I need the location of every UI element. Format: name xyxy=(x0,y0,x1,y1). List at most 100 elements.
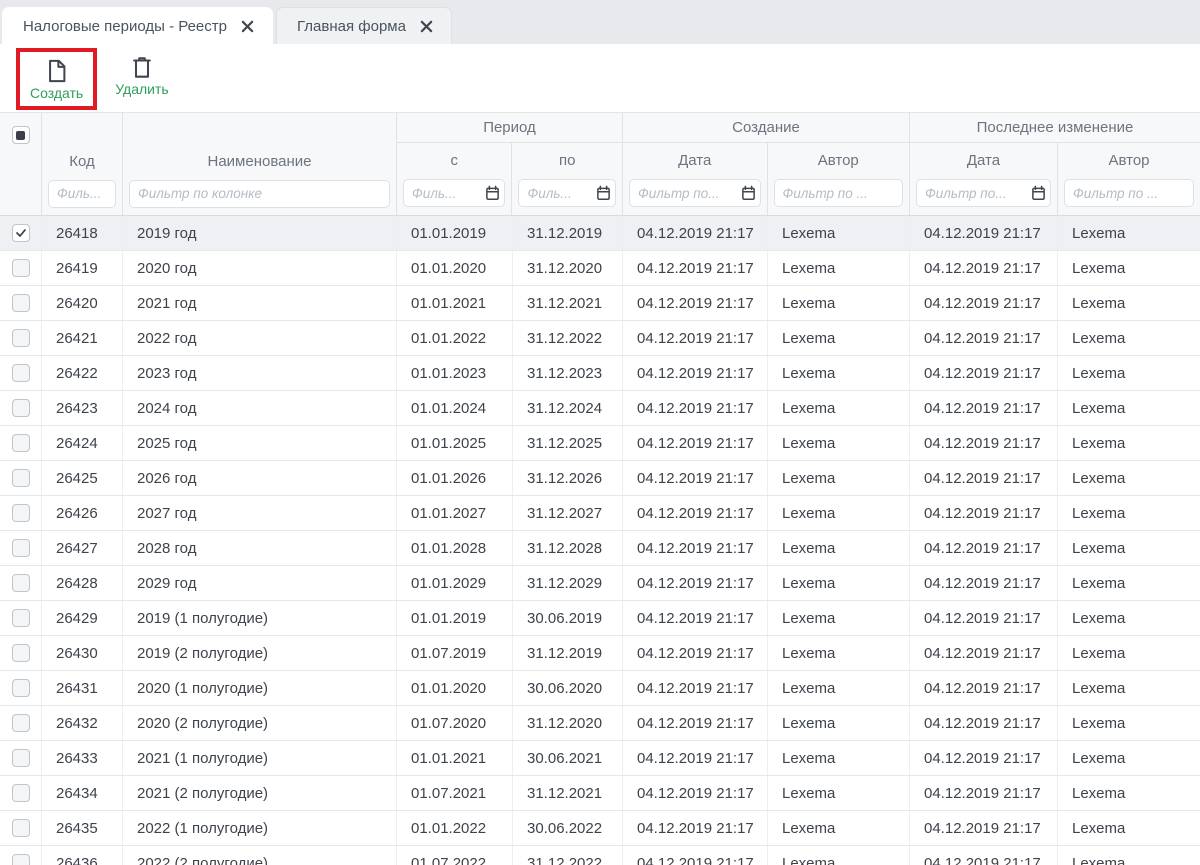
row-checkbox[interactable] xyxy=(12,399,30,417)
table-row[interactable]: 26423 2024 год 01.01.2024 31.12.2024 04.… xyxy=(0,391,1200,426)
cell-name: 2025 год xyxy=(123,426,397,460)
filter-name-input[interactable] xyxy=(129,180,390,208)
calendar-icon[interactable] xyxy=(1031,186,1046,201)
cell-code: 26435 xyxy=(42,811,123,845)
row-checkbox[interactable] xyxy=(12,679,30,697)
table-row[interactable]: 26427 2028 год 01.01.2028 31.12.2028 04.… xyxy=(0,531,1200,566)
cell-name: 2021 год xyxy=(123,286,397,320)
table-row[interactable]: 26419 2020 год 01.01.2020 31.12.2020 04.… xyxy=(0,251,1200,286)
calendar-icon[interactable] xyxy=(596,186,611,201)
column-header-from: с xyxy=(397,143,511,177)
cell-period-from: 01.01.2020 xyxy=(397,251,513,285)
cell-created-date: 04.12.2019 21:17 xyxy=(623,391,768,425)
row-checkbox[interactable] xyxy=(12,434,30,452)
cell-period-from: 01.01.2028 xyxy=(397,531,513,565)
column-modified-author: Автор xyxy=(1058,143,1200,215)
row-checkbox-cell xyxy=(0,531,42,565)
row-checkbox-cell xyxy=(0,776,42,810)
table-row[interactable]: 26436 2022 (2 полугодие) 01.07.2022 31.1… xyxy=(0,846,1200,865)
row-checkbox[interactable] xyxy=(12,504,30,522)
cell-created-author: Lexema xyxy=(768,706,910,740)
table-row[interactable]: 26421 2022 год 01.01.2022 31.12.2022 04.… xyxy=(0,321,1200,356)
row-checkbox[interactable] xyxy=(12,749,30,767)
table-row[interactable]: 26429 2019 (1 полугодие) 01.01.2019 30.0… xyxy=(0,601,1200,636)
cell-modified-date: 04.12.2019 21:17 xyxy=(910,811,1058,845)
row-checkbox[interactable] xyxy=(12,329,30,347)
row-checkbox[interactable] xyxy=(12,784,30,802)
row-checkbox-cell xyxy=(0,356,42,390)
filter-code-input[interactable] xyxy=(48,180,116,208)
cell-code: 26424 xyxy=(42,426,123,460)
filter-modified-author-input[interactable] xyxy=(1064,179,1194,207)
column-header-modified-date: Дата xyxy=(910,143,1057,177)
table-body: 26418 2019 год 01.01.2019 31.12.2019 04.… xyxy=(0,216,1200,865)
row-checkbox[interactable] xyxy=(12,819,30,837)
row-checkbox[interactable] xyxy=(12,259,30,277)
cell-period-to: 31.12.2021 xyxy=(513,286,623,320)
cell-code: 26429 xyxy=(42,601,123,635)
row-checkbox[interactable] xyxy=(12,294,30,312)
cell-period-to: 30.06.2019 xyxy=(513,601,623,635)
cell-code: 26426 xyxy=(42,496,123,530)
table-row[interactable]: 26430 2019 (2 полугодие) 01.07.2019 31.1… xyxy=(0,636,1200,671)
row-checkbox[interactable] xyxy=(12,609,30,627)
row-checkbox[interactable] xyxy=(12,364,30,382)
calendar-icon[interactable] xyxy=(741,186,756,201)
cell-code: 26422 xyxy=(42,356,123,390)
row-checkbox[interactable] xyxy=(12,854,30,865)
select-all-checkbox[interactable] xyxy=(12,126,30,144)
cell-modified-author: Lexema xyxy=(1058,566,1200,600)
cell-period-to: 31.12.2021 xyxy=(513,776,623,810)
tab-main-form[interactable]: Главная форма xyxy=(276,7,452,44)
calendar-icon[interactable] xyxy=(485,186,500,201)
close-icon[interactable] xyxy=(420,20,433,33)
filter-created-author-input[interactable] xyxy=(774,179,904,207)
cell-created-author: Lexema xyxy=(768,496,910,530)
cell-modified-date: 04.12.2019 21:17 xyxy=(910,391,1058,425)
create-button[interactable]: Создать xyxy=(20,52,93,106)
table-row[interactable]: 26431 2020 (1 полугодие) 01.01.2020 30.0… xyxy=(0,671,1200,706)
table-row[interactable]: 26426 2027 год 01.01.2027 31.12.2027 04.… xyxy=(0,496,1200,531)
row-checkbox[interactable] xyxy=(12,539,30,557)
cell-period-to: 30.06.2021 xyxy=(513,741,623,775)
cell-period-to: 31.12.2025 xyxy=(513,426,623,460)
table-row[interactable]: 26434 2021 (2 полугодие) 01.07.2021 31.1… xyxy=(0,776,1200,811)
row-checkbox[interactable] xyxy=(12,469,30,487)
table-row[interactable]: 26428 2029 год 01.01.2029 31.12.2029 04.… xyxy=(0,566,1200,601)
delete-button[interactable]: Удалить xyxy=(105,48,178,102)
column-code: Код xyxy=(42,113,123,215)
table-row[interactable]: 26433 2021 (1 полугодие) 01.01.2021 30.0… xyxy=(0,741,1200,776)
cell-period-from: 01.01.2026 xyxy=(397,461,513,495)
cell-modified-author: Lexema xyxy=(1058,671,1200,705)
cell-period-from: 01.01.2024 xyxy=(397,391,513,425)
row-checkbox[interactable] xyxy=(12,714,30,732)
cell-modified-date: 04.12.2019 21:17 xyxy=(910,496,1058,530)
cell-created-date: 04.12.2019 21:17 xyxy=(623,496,768,530)
table-row[interactable]: 26425 2026 год 01.01.2026 31.12.2026 04.… xyxy=(0,461,1200,496)
row-checkbox-cell xyxy=(0,671,42,705)
table-row[interactable]: 26432 2020 (2 полугодие) 01.07.2020 31.1… xyxy=(0,706,1200,741)
tab-tax-periods[interactable]: Налоговые периоды - Реестр xyxy=(2,7,273,44)
row-checkbox-cell xyxy=(0,636,42,670)
row-checkbox[interactable] xyxy=(12,224,30,242)
cell-period-from: 01.01.2019 xyxy=(397,601,513,635)
table-row[interactable]: 26435 2022 (1 полугодие) 01.01.2022 30.0… xyxy=(0,811,1200,846)
row-checkbox[interactable] xyxy=(12,644,30,662)
table-row[interactable]: 26420 2021 год 01.01.2021 31.12.2021 04.… xyxy=(0,286,1200,321)
row-checkbox-cell xyxy=(0,251,42,285)
cell-period-from: 01.01.2019 xyxy=(397,216,513,250)
column-header-created-author: Автор xyxy=(768,143,910,177)
cell-modified-date: 04.12.2019 21:17 xyxy=(910,216,1058,250)
cell-period-to: 30.06.2022 xyxy=(513,811,623,845)
table-row[interactable]: 26422 2023 год 01.01.2023 31.12.2023 04.… xyxy=(0,356,1200,391)
create-button-label: Создать xyxy=(30,86,83,100)
cell-created-author: Lexema xyxy=(768,426,910,460)
cell-period-from: 01.07.2022 xyxy=(397,846,513,865)
table-row[interactable]: 26418 2019 год 01.01.2019 31.12.2019 04.… xyxy=(0,216,1200,251)
close-icon[interactable] xyxy=(241,20,254,33)
cell-created-author: Lexema xyxy=(768,356,910,390)
cell-modified-author: Lexema xyxy=(1058,286,1200,320)
tab-bar: Налоговые периоды - Реестр Главная форма xyxy=(0,0,1200,44)
table-row[interactable]: 26424 2025 год 01.01.2025 31.12.2025 04.… xyxy=(0,426,1200,461)
row-checkbox[interactable] xyxy=(12,574,30,592)
